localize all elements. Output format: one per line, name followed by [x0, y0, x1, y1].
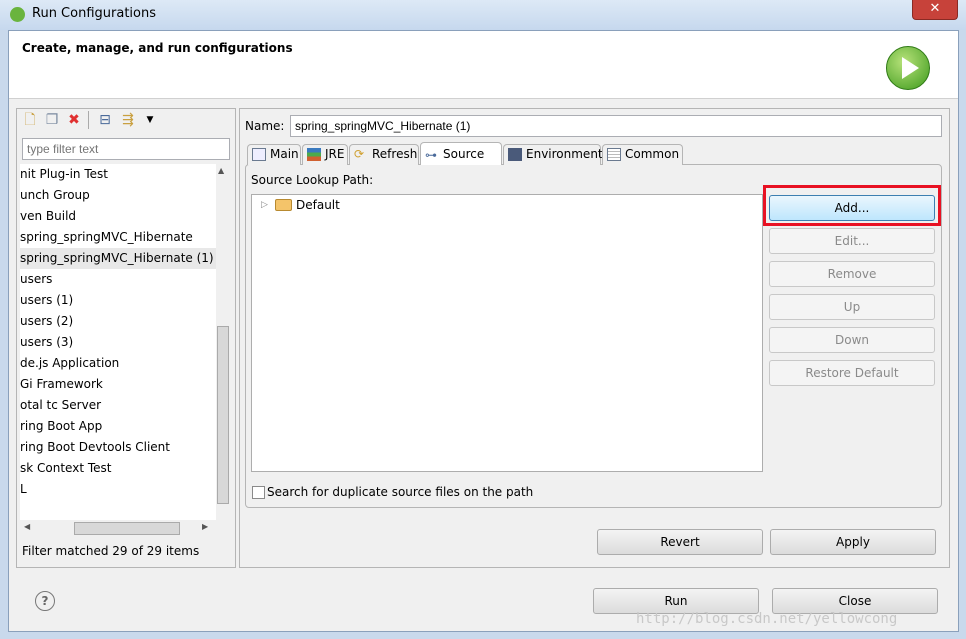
vertical-scrollbar[interactable]: ▲ — [216, 164, 230, 520]
scroll-left-icon[interactable]: ◀ — [24, 522, 30, 531]
scroll-right-icon[interactable]: ▶ — [202, 522, 208, 531]
tab-label: JRE — [325, 147, 345, 161]
filter-status: Filter matched 29 of 29 items — [22, 544, 200, 558]
config-item[interactable]: users — [20, 269, 216, 290]
filter-input[interactable] — [22, 138, 230, 160]
tab-main[interactable]: Main — [247, 144, 301, 165]
window-title: Run Configurations — [32, 6, 156, 21]
config-item[interactable]: L — [20, 479, 216, 500]
tab-label: Refresh — [372, 147, 418, 161]
watermark: http://blog.csdn.net/yellowcong — [636, 611, 898, 627]
tab-jre[interactable]: JRE — [302, 144, 348, 165]
down-button[interactable]: Down — [769, 327, 935, 353]
expand-icon[interactable]: ▷ — [261, 200, 268, 210]
tab-source[interactable]: ⊶ Source — [420, 142, 502, 165]
environment-tab-icon — [508, 148, 522, 161]
config-item[interactable]: nit Plug-in Test — [20, 164, 216, 185]
tab-common[interactable]: Common — [602, 144, 683, 165]
refresh-tab-icon: ⟳ — [354, 147, 365, 161]
edit-button[interactable]: Edit... — [769, 228, 935, 254]
tab-label: Environment — [526, 147, 603, 161]
header-text: Create, manage, and run configurations — [22, 41, 293, 55]
config-item[interactable]: ring Boot Devtools Client — [20, 437, 216, 458]
tab-label: Main — [270, 147, 299, 161]
config-item[interactable]: users (2) — [20, 311, 216, 332]
chevron-down-icon[interactable]: ▼ — [142, 112, 158, 128]
collapse-all-icon[interactable]: ⊟ — [97, 112, 113, 128]
add-button[interactable]: Add... — [769, 195, 935, 221]
folder-icon — [275, 199, 292, 211]
spring-logo-icon — [10, 7, 25, 22]
horizontal-scrollbar[interactable]: ◀ ▶ — [20, 520, 216, 537]
config-item[interactable]: unch Group — [20, 185, 216, 206]
config-item[interactable]: spring_springMVC_Hibernate — [20, 227, 216, 248]
config-item[interactable]: ring Boot App — [20, 416, 216, 437]
restore-default-button[interactable]: Restore Default — [769, 360, 935, 386]
tree-item-default[interactable]: Default — [296, 198, 340, 212]
help-icon[interactable]: ? — [35, 591, 55, 611]
filter-icon[interactable]: ⇶ — [120, 112, 136, 128]
scroll-thumb[interactable] — [217, 326, 229, 504]
new-config-icon[interactable]: 🗋 — [22, 112, 38, 128]
main-tab-icon — [252, 148, 266, 161]
tab-refresh[interactable]: ⟳ Refresh — [349, 144, 419, 165]
tab-label: Common — [625, 147, 680, 161]
name-input[interactable] — [290, 115, 942, 137]
scroll-thumb-h[interactable] — [74, 522, 180, 535]
revert-button[interactable]: Revert — [597, 529, 763, 555]
toolbar-divider — [88, 111, 89, 129]
tab-label: Source — [443, 147, 485, 161]
apply-button[interactable]: Apply — [770, 529, 936, 555]
up-button[interactable]: Up — [769, 294, 935, 320]
duplicate-icon[interactable]: ❐ — [44, 112, 60, 128]
tab-environment[interactable]: Environment — [503, 144, 603, 165]
common-tab-icon — [607, 148, 621, 161]
config-item[interactable]: spring_springMVC_Hibernate (1) — [20, 248, 216, 269]
config-item[interactable]: users (1) — [20, 290, 216, 311]
lookup-path-label: Source Lookup Path: — [251, 173, 374, 187]
source-tab-icon: ⊶ — [425, 148, 437, 162]
config-item[interactable]: ven Build — [20, 206, 216, 227]
source-lookup-tree[interactable]: ▷ Default — [251, 194, 763, 472]
jre-tab-icon — [307, 148, 321, 161]
duplicate-checkbox[interactable] — [252, 486, 265, 499]
config-item[interactable]: users (3) — [20, 332, 216, 353]
run-icon — [886, 46, 930, 90]
config-item[interactable]: otal tc Server — [20, 395, 216, 416]
close-window-button[interactable]: ✕ — [912, 0, 958, 20]
remove-button[interactable]: Remove — [769, 261, 935, 287]
config-tree[interactable]: nit Plug-in Test unch Group ven Build sprin… — [20, 164, 216, 520]
config-item[interactable]: Gi Framework — [20, 374, 216, 395]
name-label: Name: — [245, 119, 285, 133]
config-item[interactable]: sk Context Test — [20, 458, 216, 479]
config-item[interactable]: de.js Application — [20, 353, 216, 374]
delete-icon[interactable]: ✖ — [66, 112, 82, 128]
duplicate-checkbox-label: Search for duplicate source files on the… — [267, 485, 534, 499]
scroll-up-icon[interactable]: ▲ — [218, 166, 224, 175]
